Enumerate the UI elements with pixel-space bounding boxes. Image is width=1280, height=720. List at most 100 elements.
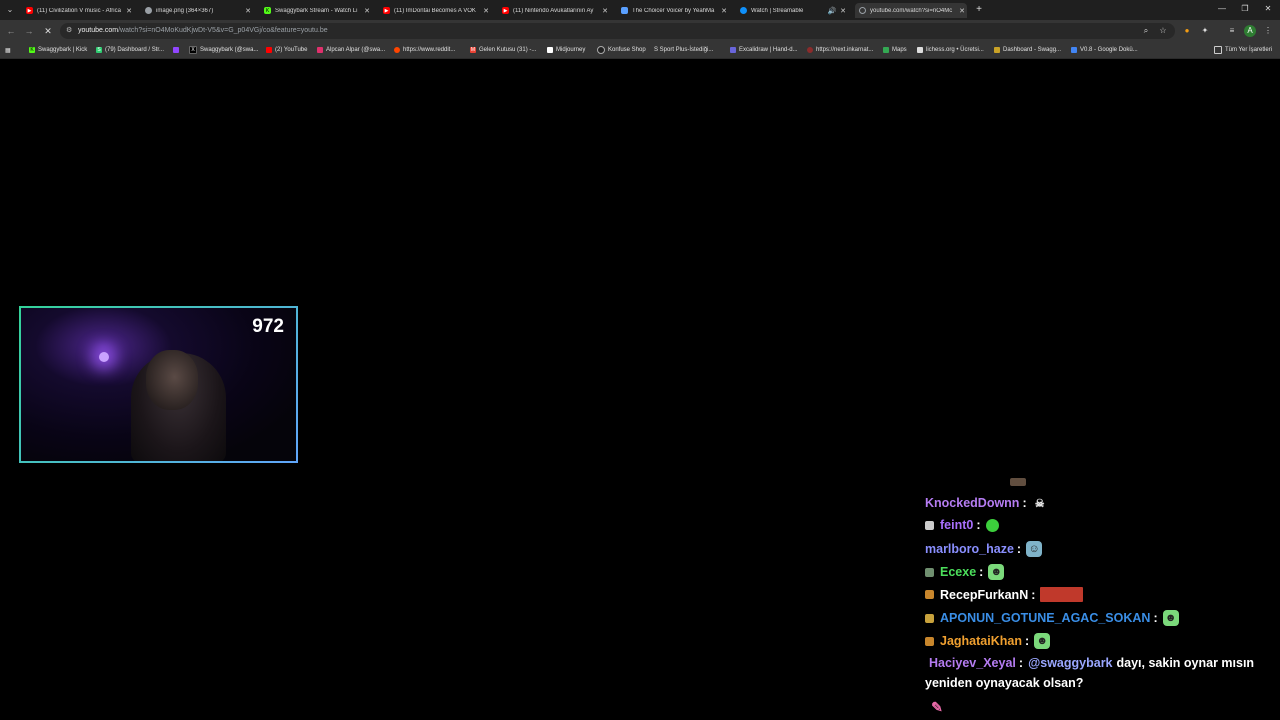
close-icon[interactable]: ✕ (838, 7, 848, 15)
stop-loading-icon[interactable]: ✕ (42, 25, 54, 37)
goblin-emote-icon: ☻ (988, 564, 1005, 580)
site-info-icon[interactable]: ⚙ (66, 26, 72, 34)
close-icon[interactable]: ✕ (600, 7, 610, 15)
bookmark-item[interactable]: Alpcan Alpar (@swa... (317, 45, 385, 55)
tab-title: (11) Civilization V music - Africa (37, 7, 121, 14)
restore-icon[interactable]: ❐ (1238, 4, 1252, 13)
tab-youtube-watch[interactable]: youtube.com/watch?si=nO4Mc ✕ (855, 3, 967, 18)
tab-streamable[interactable]: Watch | Streamable 🔊 ✕ (736, 3, 848, 18)
tab-title: Watch | Streamable (751, 7, 804, 14)
bookmarks-bar: ▦ K Swaggybark | Kick S (79) Dashboard / S… (0, 42, 1280, 59)
streamable-icon (740, 7, 747, 14)
new-tab-button[interactable]: + (973, 4, 985, 16)
media-control-icon[interactable]: ≡ (1226, 25, 1238, 37)
apps-grid-icon[interactable]: ▦ (5, 45, 11, 55)
kick-icon: K (264, 7, 271, 14)
tab-search-icon[interactable]: ⌄ (4, 4, 16, 16)
audio-icon[interactable]: 🔊 (826, 7, 838, 15)
chat-message: feint0: (925, 518, 999, 532)
youtube-icon: ▶ (502, 7, 509, 14)
folder-icon (1214, 46, 1222, 54)
bookmark-label: Alpcan Alpar (@swa... (326, 47, 386, 53)
zoom-icon[interactable]: ⌕ (1140, 25, 1152, 37)
forward-icon[interactable]: → (23, 25, 35, 37)
bookmark-item[interactable]: X Swaggybark (@swa... (189, 45, 258, 55)
green-blob-emote-icon (985, 518, 999, 532)
close-icon[interactable]: ✕ (719, 7, 729, 15)
close-window-icon[interactable]: ✕ (1261, 4, 1275, 13)
chat-username: KnockedDownn (925, 496, 1020, 510)
globe-icon (145, 7, 152, 14)
chat-colon: : (1024, 634, 1030, 648)
close-icon[interactable]: ✕ (124, 7, 134, 15)
pink-emote-icon: ✎ (931, 698, 943, 715)
bookmark-item[interactable]: lichess.org • Ücretsi... (917, 45, 984, 55)
tab-imdontai[interactable]: ▶ (11) ImDontai Becomes A VOK ✕ (379, 3, 491, 18)
bookmark-item[interactable]: https://next.inkarnat... (807, 45, 873, 55)
profile-avatar[interactable]: A (1244, 25, 1256, 37)
lichess-icon (917, 47, 923, 53)
extension-icon[interactable]: ● (1181, 25, 1193, 37)
bookmark-item[interactable]: (2) YouTube (266, 45, 307, 55)
bookmark-label: V0.8 - Google Dokü... (1080, 47, 1138, 53)
menu-kebab-icon[interactable]: ⋮ (1262, 25, 1274, 37)
bookmark-label: Gelen Kutusu (31) -... (479, 47, 537, 53)
bookmark-star-icon[interactable]: ☆ (1157, 25, 1169, 37)
face-emote-icon: ☺ (1026, 541, 1043, 557)
tab-title: image.png (364×367) (156, 7, 214, 14)
instagram-icon (317, 47, 323, 53)
loading-icon (859, 7, 866, 14)
kick-icon: K (29, 47, 35, 53)
tab-title: youtube.com/watch?si=nO4Mc (870, 7, 953, 14)
bookmark-item[interactable]: Konfuse Shop (597, 45, 646, 55)
midjourney-icon (547, 47, 553, 53)
viewer-count: 972 (252, 316, 284, 337)
chat-text: dayı, sakin oynar mısın (1116, 656, 1255, 670)
bookmark-item[interactable] (173, 45, 182, 55)
close-icon[interactable]: ✕ (481, 7, 491, 15)
bookmark-item[interactable]: Midjourney (547, 45, 585, 55)
tab-swaggybark-stream[interactable]: K Swaggybark Stream - Watch Li ✕ (260, 3, 372, 18)
chat-message: Ecexe: ☻ (925, 564, 1005, 580)
inkarnate-icon (807, 47, 813, 53)
bookmark-item[interactable]: S Sport Plus-İstediği... (654, 45, 713, 55)
bookmark-label: Excalidraw | Hand-d... (739, 47, 798, 53)
bookmark-item[interactable]: M Gelen Kutusu (31) -... (470, 45, 536, 55)
tab-civilization-music[interactable]: ▶ (11) Civilization V music - Africa ✕ (22, 3, 134, 18)
close-icon[interactable]: ✕ (243, 7, 253, 15)
close-icon[interactable]: ✕ (957, 7, 967, 15)
tab-nintendo[interactable]: ▶ (11) Nintendo Avukatlarının Ay ✕ (498, 3, 610, 18)
bookmark-item[interactable]: K Swaggybark | Kick (29, 45, 87, 55)
chat-badge-icon (925, 567, 934, 577)
webcam-overlay: 972 (19, 306, 298, 463)
url-text[interactable]: youtube.com/watch?si=nO4MoKudKjwDt-V5&v=… (78, 27, 328, 34)
minimize-icon[interactable]: — (1215, 4, 1229, 13)
bookmark-item[interactable]: V0.8 - Google Dokü... (1071, 45, 1138, 55)
bookmark-item[interactable]: Excalidraw | Hand-d... (730, 45, 798, 55)
back-icon[interactable]: ← (5, 25, 17, 37)
all-bookmarks-folder[interactable]: Tüm Yer İşaretleri (1214, 45, 1272, 55)
tab-image-png[interactable]: image.png (364×367) ✕ (141, 3, 253, 18)
youtube-icon: ▶ (383, 7, 390, 14)
chat-message-partial: ✎ (929, 699, 945, 715)
chat-username: APONUN_GOTUNE_AGAC_SOKAN (940, 611, 1151, 625)
chat-username: Ecexe (940, 565, 977, 579)
bookmark-item[interactable]: https://www.reddit... (394, 45, 455, 55)
tab-choicer-voicer[interactable]: The Choicer Voicer by YeahMa ✕ (617, 3, 729, 18)
url-path: /watch?si=nO4MoKudKjwDt-V5&v=G_p04VGj/co… (118, 27, 328, 34)
red-banner-emote-icon (1040, 587, 1084, 602)
skull-emote-icon: ☠ (1034, 497, 1045, 510)
chat-message: APONUN_GOTUNE_AGAC_SOKAN: ☻ (925, 610, 1179, 626)
bookmark-item[interactable]: Maps (883, 45, 907, 55)
bookmark-item[interactable]: Dashboard - Swagg... (994, 45, 1061, 55)
reddit-icon (394, 47, 400, 53)
chat-username: feint0 (940, 518, 974, 532)
webcam-streamer-head (146, 350, 198, 410)
chat-username: RecepFurkanN (940, 587, 1029, 602)
address-bar[interactable]: ⚙ youtube.com/watch?si=nO4MoKudKjwDt-V5&… (60, 23, 1175, 39)
bookmark-label: https://next.inkarnat... (816, 47, 874, 53)
bookmark-item[interactable]: S (79) Dashboard / Str... (96, 45, 164, 55)
url-host: youtube.com (78, 27, 119, 34)
close-icon[interactable]: ✕ (362, 7, 372, 15)
extensions-puzzle-icon[interactable]: ✦ (1199, 25, 1211, 37)
